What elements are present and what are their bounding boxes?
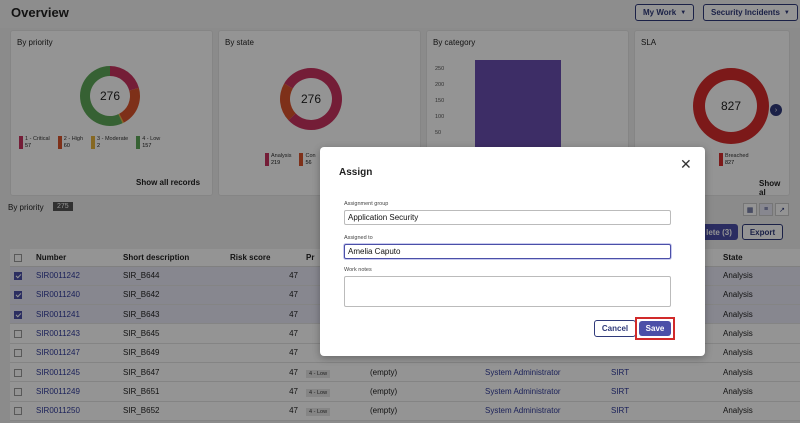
work-notes-label: Work notes [344,267,372,273]
assigned-to-input[interactable] [344,244,671,259]
assignment-group-label: Assignment group [344,201,389,207]
assigned-to-label: Assigned to [344,235,373,241]
save-button[interactable]: Save [639,321,671,336]
dialog-title: Assign [339,167,373,178]
assign-dialog: Assign ✕ Assignment group Assigned to Wo… [320,147,705,356]
assignment-group-input[interactable] [344,210,671,225]
cancel-button[interactable]: Cancel [594,320,636,337]
work-notes-textarea[interactable] [344,276,671,307]
close-icon[interactable]: ✕ [680,156,692,173]
